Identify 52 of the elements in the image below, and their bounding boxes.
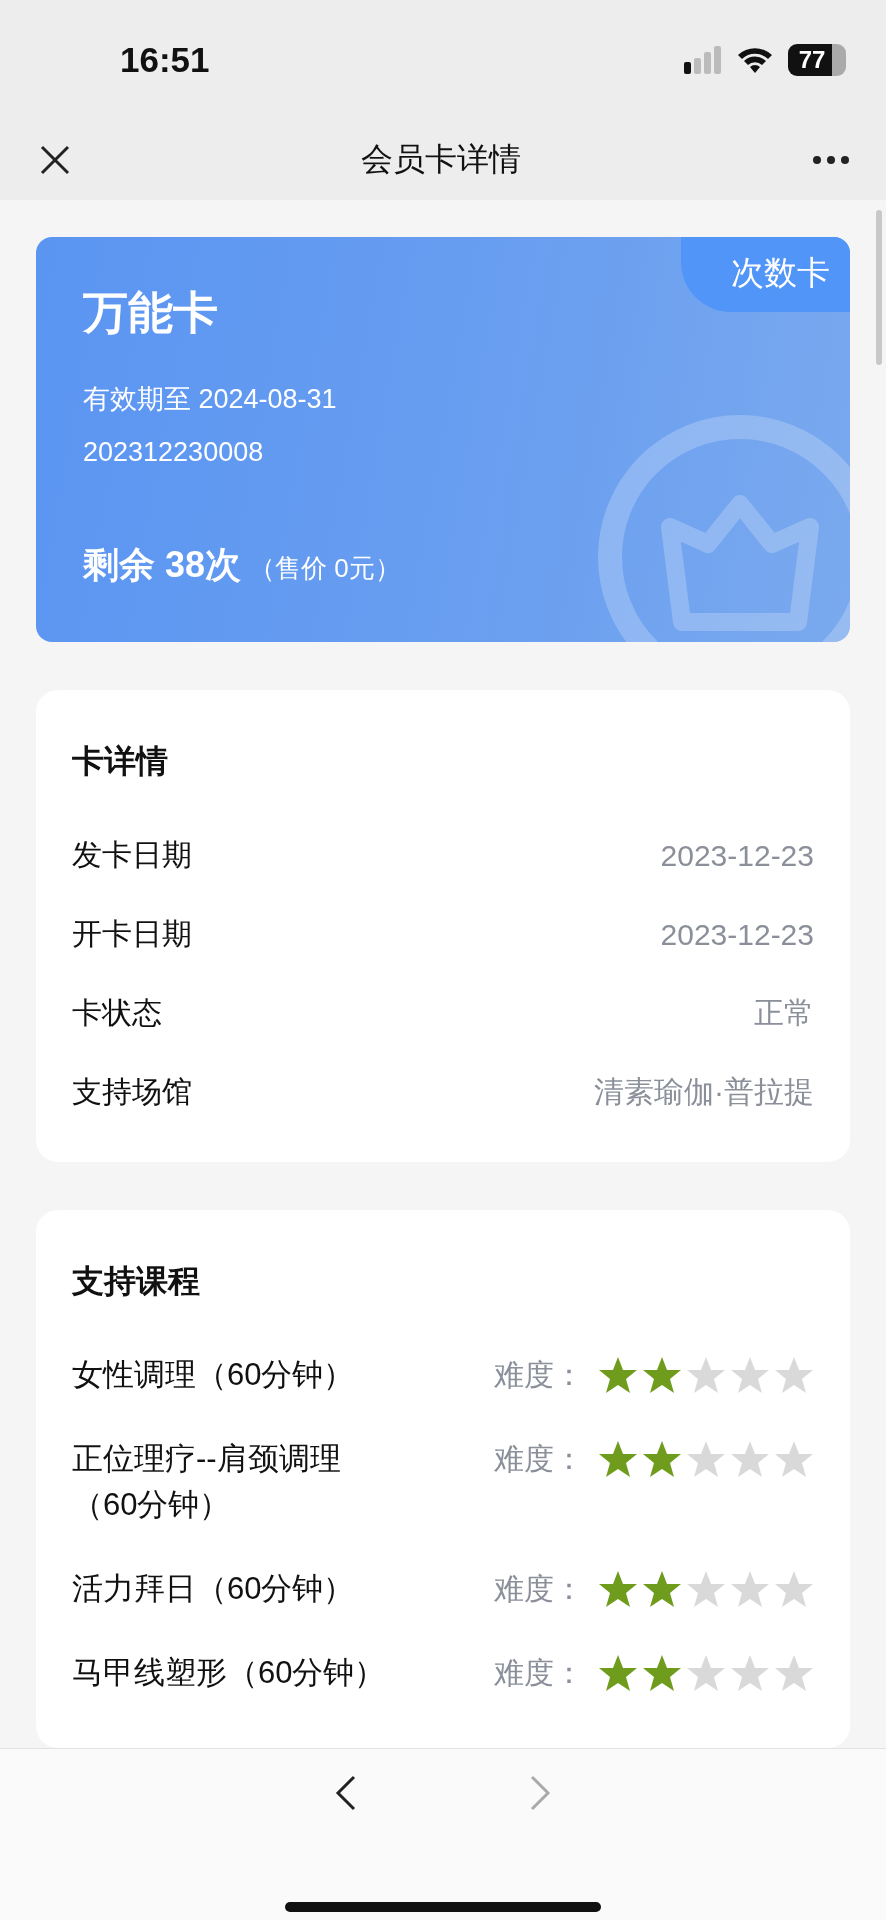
star-icon [730, 1355, 770, 1395]
star-icon [598, 1439, 638, 1479]
signal-icon [684, 46, 722, 74]
detail-value: 2023-12-23 [660, 838, 814, 873]
detail-value: 清素瑜伽·普拉提 [594, 1074, 814, 1110]
star-icon [730, 1653, 770, 1693]
star-icon [686, 1439, 726, 1479]
detail-label: 支持场馆 [72, 1074, 192, 1110]
star-icon [774, 1355, 814, 1395]
course-name: 正位理疗--肩颈调理（60分钟） [72, 1440, 342, 1524]
detail-label: 卡状态 [72, 995, 162, 1031]
difficulty-label: 难度： [494, 1440, 584, 1477]
back-icon[interactable] [334, 1773, 358, 1813]
page-title: 会员卡详情 [361, 140, 521, 179]
course-name: 女性调理（60分钟） [72, 1356, 356, 1394]
card-type-tag: 次数卡 [681, 237, 850, 312]
star-icon [686, 1653, 726, 1693]
star-icon [774, 1569, 814, 1609]
detail-label: 开卡日期 [72, 916, 192, 952]
more-icon[interactable] [812, 155, 850, 165]
star-icon [730, 1569, 770, 1609]
star-icon [642, 1653, 682, 1693]
star-icon [598, 1653, 638, 1693]
detail-value: 2023-12-23 [660, 917, 814, 952]
remaining-count: 剩余 38次 [83, 543, 242, 587]
star-icon [642, 1355, 682, 1395]
star-icon [598, 1569, 638, 1609]
star-icon [642, 1569, 682, 1609]
difficulty-label: 难度： [494, 1570, 584, 1607]
difficulty-label: 难度： [494, 1356, 584, 1393]
difficulty-label: 难度： [494, 1654, 584, 1691]
card-number: 202312230008 [83, 437, 265, 468]
close-icon[interactable] [40, 145, 70, 175]
star-icon [642, 1439, 682, 1479]
star-icon [686, 1355, 726, 1395]
course-name: 马甲线塑形（60分钟） [72, 1654, 387, 1692]
battery-icon: 77 [788, 44, 846, 76]
star-icon [774, 1439, 814, 1479]
star-icon [774, 1653, 814, 1693]
star-icon [598, 1355, 638, 1395]
section-title: 支持课程 [72, 1262, 201, 1301]
card-name: 万能卡 [83, 286, 219, 340]
validity-text: 有效期至 2024-08-31 [83, 383, 338, 416]
section-title: 卡详情 [72, 742, 169, 781]
detail-label: 发卡日期 [72, 837, 192, 873]
wifi-icon [736, 46, 774, 74]
course-name: 活力拜日（60分钟） [72, 1570, 356, 1608]
detail-value: 正常 [754, 995, 814, 1031]
star-icon [686, 1569, 726, 1609]
price-text: （售价 0元） [249, 552, 401, 585]
star-icon [730, 1439, 770, 1479]
status-time: 16:51 [120, 40, 211, 80]
